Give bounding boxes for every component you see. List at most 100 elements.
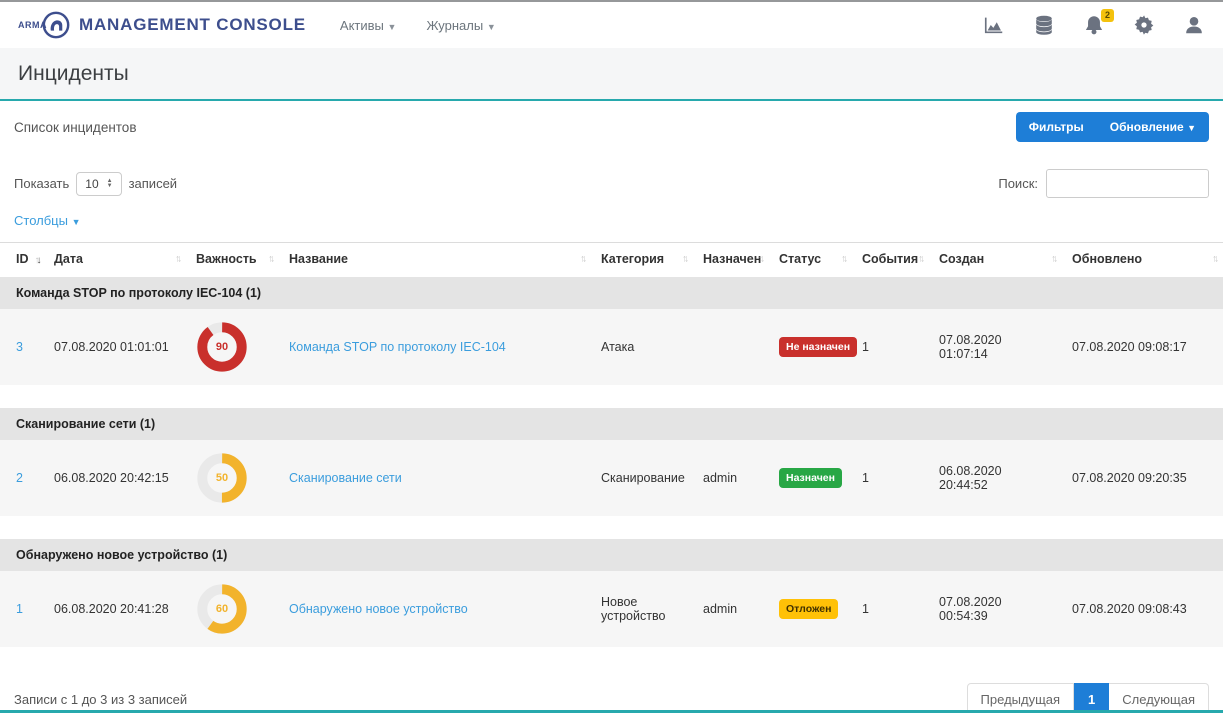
page-title: Инциденты — [18, 62, 1205, 86]
filters-button[interactable]: Фильтры — [1016, 112, 1097, 142]
database-icon[interactable] — [1033, 14, 1055, 36]
incident-updated: 07.08.2020 09:20:35 — [1062, 440, 1223, 516]
group-title: Сканирование сети (1) — [0, 407, 1223, 440]
table-footer: Записи с 1 до 3 из 3 записей Предыдущая … — [0, 669, 1223, 713]
brand-prefix: ARMA — [18, 20, 47, 30]
incident-events: 1 — [852, 571, 929, 647]
navbar-icons: 2 — [983, 14, 1205, 36]
incident-date: 06.08.2020 20:42:15 — [44, 440, 186, 516]
gear-icon[interactable] — [1133, 14, 1155, 36]
table-controls: Показать 10 ▲▼ записей Поиск: — [0, 153, 1223, 202]
incident-id-link[interactable]: 1 — [16, 602, 23, 616]
incident-group-row: Сканирование сети (1) — [0, 407, 1223, 440]
brand-logo[interactable]: ARMA MANAGEMENT CONSOLE — [18, 10, 306, 40]
incident-row: 1 06.08.2020 20:41:28 60 Обнаружено ново… — [0, 571, 1223, 647]
incident-category: Новое устройство — [591, 571, 693, 647]
incident-id-link[interactable]: 3 — [16, 340, 23, 354]
columns-dropdown[interactable]: Столбцы ▼ — [14, 213, 81, 228]
incident-events: 1 — [852, 309, 929, 385]
menu-journals[interactable]: Журналы ▼ — [426, 18, 495, 33]
sort-icon: ↑↓ — [1212, 254, 1216, 265]
severity-value: 50 — [216, 472, 228, 484]
search-input[interactable] — [1046, 169, 1209, 198]
incident-date: 06.08.2020 20:41:28 — [44, 571, 186, 647]
column-header-6[interactable]: Назначен↑↓ — [693, 243, 769, 277]
pagination-page-1-button[interactable]: 1 — [1074, 683, 1109, 713]
incident-name-link[interactable]: Сканирование сети — [289, 471, 402, 485]
incident-id-link[interactable]: 2 — [16, 471, 23, 485]
sort-icon: ↑↓ — [580, 254, 584, 265]
status-badge: Назначен — [779, 468, 842, 488]
header-button-group: Фильтры Обновление ▼ — [1016, 112, 1209, 142]
bell-icon[interactable]: 2 — [1083, 14, 1105, 36]
page-title-bar: Инциденты — [0, 48, 1223, 101]
column-header-1[interactable]: ID↑↓ — [0, 243, 44, 277]
main-menu: Активы ▼ Журналы ▼ — [340, 18, 496, 33]
records-info: Записи с 1 до 3 из 3 записей — [14, 692, 187, 707]
row-spacer — [0, 647, 1223, 669]
sort-icon: ↑↓ — [268, 254, 272, 265]
column-header-4[interactable]: Название↑↓ — [279, 243, 591, 277]
incident-updated: 07.08.2020 09:08:43 — [1062, 571, 1223, 647]
bar-chart-icon[interactable] — [983, 14, 1005, 36]
column-header-7[interactable]: Статус↑↓ — [769, 243, 852, 277]
refresh-dropdown-button[interactable]: Обновление ▼ — [1097, 112, 1209, 142]
notification-badge: 2 — [1101, 9, 1114, 22]
incident-name-link[interactable]: Команда STOP по протоколу IEC-104 — [289, 340, 506, 354]
incident-row: 2 06.08.2020 20:42:15 50 Сканирование се… — [0, 440, 1223, 516]
column-header-5[interactable]: Категория↑↓ — [591, 243, 693, 277]
column-header-9[interactable]: Создан↑↓ — [929, 243, 1062, 277]
menu-assets[interactable]: Активы ▼ — [340, 18, 397, 33]
pagination-prev-button[interactable]: Предыдущая — [967, 683, 1075, 713]
sort-icon: ↑↓ — [841, 254, 845, 265]
incident-name-link[interactable]: Обнаружено новое устройство — [289, 602, 468, 616]
incident-created: 06.08.2020 20:44:52 — [929, 440, 1062, 516]
sort-icon: ↑↓ — [35, 255, 39, 266]
column-header-8[interactable]: События↑↓ — [852, 243, 929, 277]
pagination: Предыдущая 1 Следующая — [967, 683, 1209, 713]
column-header-2[interactable]: Дата↑↓ — [44, 243, 186, 277]
table-header-row: ID↑↓Дата↑↓Важность↑↓Название↑↓Категория↑… — [0, 243, 1223, 277]
severity-donut: 90 — [196, 321, 248, 373]
search-label: Поиск: — [998, 176, 1038, 191]
severity-donut: 60 — [196, 583, 248, 635]
incident-created: 07.08.2020 00:54:39 — [929, 571, 1062, 647]
sort-icon: ↑↓ — [758, 254, 762, 265]
severity-value: 60 — [216, 603, 228, 615]
incident-events: 1 — [852, 440, 929, 516]
card-heading: Список инцидентов — [14, 120, 137, 135]
group-title: Обнаружено новое устройство (1) — [0, 538, 1223, 571]
chevron-down-icon: ▼ — [388, 22, 397, 32]
records-label: записей — [129, 176, 177, 191]
sort-icon: ↑↓ — [175, 254, 179, 265]
user-icon[interactable] — [1183, 14, 1205, 36]
incidents-table-body: Команда STOP по протоколу IEC-104 (1) 3 … — [0, 276, 1223, 669]
show-label: Показать — [14, 176, 69, 191]
incident-assignee: admin — [693, 440, 769, 516]
page-size-select[interactable]: 10 ▲▼ — [76, 172, 121, 196]
incidents-table: ID↑↓Дата↑↓Важность↑↓Название↑↓Категория↑… — [0, 242, 1223, 669]
incident-group-row: Обнаружено новое устройство (1) — [0, 538, 1223, 571]
incident-updated: 07.08.2020 09:08:17 — [1062, 309, 1223, 385]
column-header-10[interactable]: Обновлено↑↓ — [1062, 243, 1223, 277]
row-spacer — [0, 516, 1223, 538]
sort-icon: ↑↓ — [682, 254, 686, 265]
column-header-3[interactable]: Важность↑↓ — [186, 243, 279, 277]
app-window: ARMA MANAGEMENT CONSOLE Активы ▼ Журналы… — [0, 0, 1223, 713]
status-badge: Отложен — [779, 599, 838, 619]
chevron-down-icon: ▼ — [487, 22, 496, 32]
incident-assignee: admin — [693, 571, 769, 647]
row-spacer — [0, 385, 1223, 407]
chevron-down-icon: ▼ — [72, 217, 81, 227]
incident-category: Сканирование — [591, 440, 693, 516]
incident-category: Атака — [591, 309, 693, 385]
incident-group-row: Команда STOP по протоколу IEC-104 (1) — [0, 276, 1223, 309]
pagination-next-button[interactable]: Следующая — [1109, 683, 1209, 713]
sort-icon: ↑↓ — [1051, 254, 1055, 265]
severity-value: 90 — [216, 341, 228, 353]
incident-row: 3 07.08.2020 01:01:01 90 Команда STOP по… — [0, 309, 1223, 385]
incident-assignee — [693, 309, 769, 385]
chevron-down-icon: ▼ — [1187, 123, 1196, 133]
group-title: Команда STOP по протоколу IEC-104 (1) — [0, 276, 1223, 309]
status-badge: Не назначен — [779, 337, 857, 357]
